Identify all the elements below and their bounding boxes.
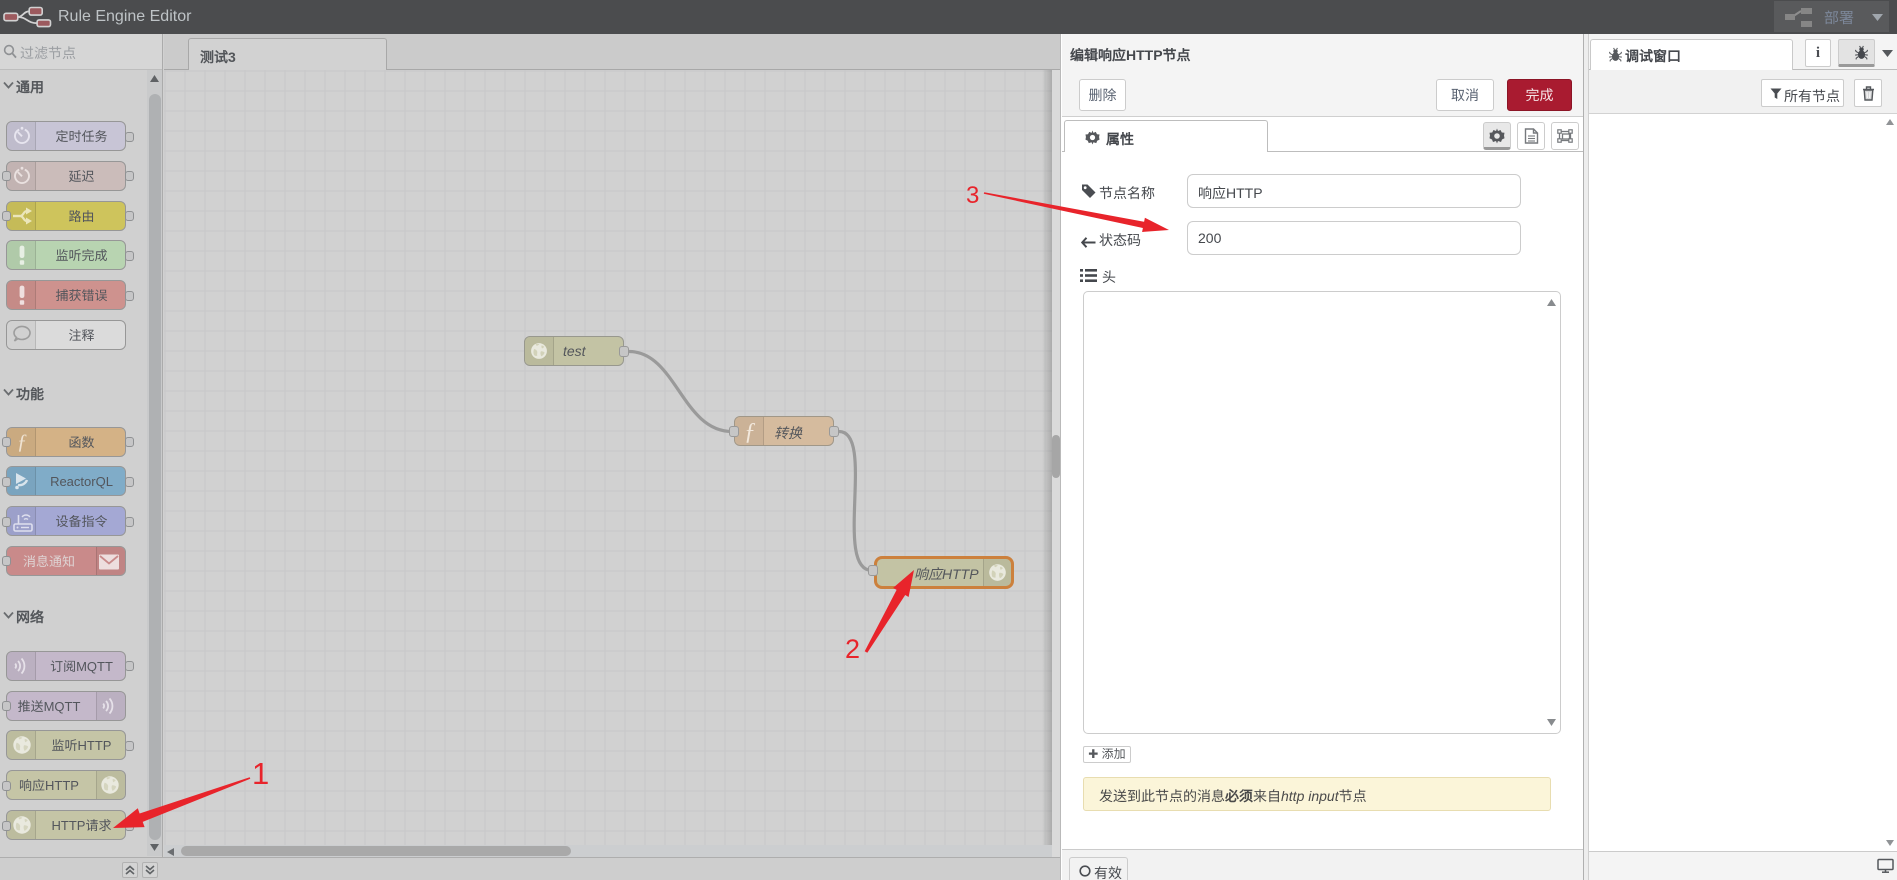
svg-text:2: 2 (845, 634, 860, 664)
svg-text:1: 1 (252, 756, 269, 791)
svg-text:3: 3 (966, 182, 979, 209)
